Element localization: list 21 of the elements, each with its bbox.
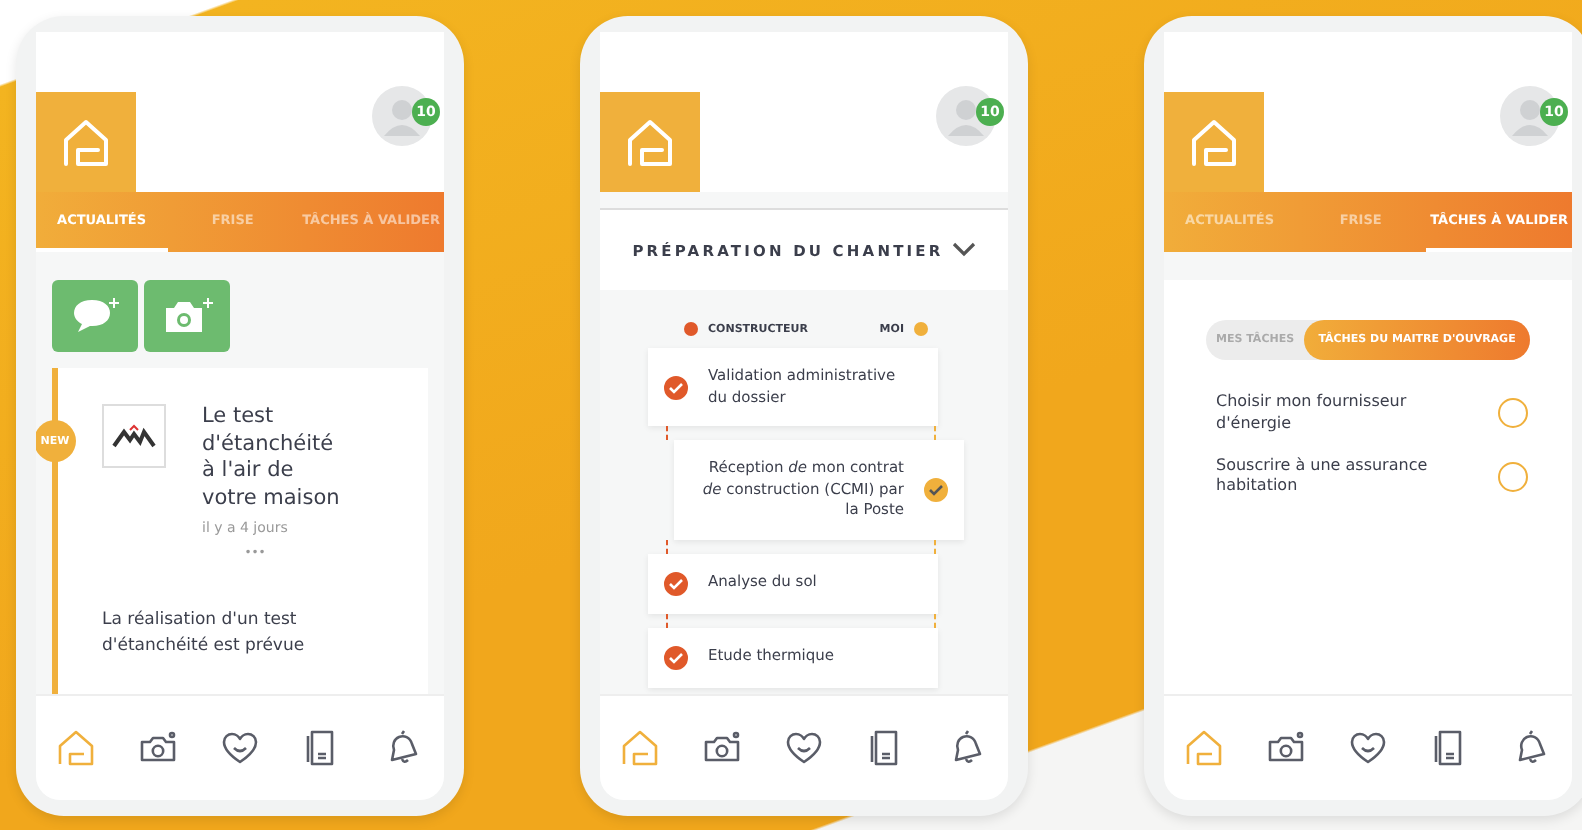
post-excerpt: La réalisation d'un test d'étanchéité est prévue: [102, 607, 307, 661]
task-label: Choisir mon fournisseur d'énergie: [1216, 392, 1409, 436]
post-title: Le test d'étanchéité à l'air de votre maison: [202, 404, 342, 514]
home-icon[interactable]: [1184, 728, 1225, 768]
task-checkbox[interactable]: [1498, 398, 1528, 429]
add-camera-icon: [161, 296, 213, 336]
heart-smile-icon[interactable]: [219, 728, 260, 768]
add-comment-button[interactable]: [52, 280, 138, 352]
task-checkbox[interactable]: [1498, 461, 1528, 492]
heart-smile-icon[interactable]: [1347, 728, 1388, 768]
app-logo[interactable]: [600, 92, 700, 192]
home-icon[interactable]: [56, 728, 97, 768]
add-comment-icon: [71, 296, 119, 336]
app-logo[interactable]: [36, 92, 136, 192]
app-logo[interactable]: [1164, 92, 1264, 192]
add-photo-button[interactable]: [144, 280, 230, 352]
task-label: Souscrire à une assurance habitation: [1216, 455, 1430, 499]
company-logo: [102, 404, 166, 468]
heart-smile-icon[interactable]: [783, 728, 824, 768]
home-icon[interactable]: [620, 728, 661, 768]
chevron-down-icon: [951, 242, 976, 258]
